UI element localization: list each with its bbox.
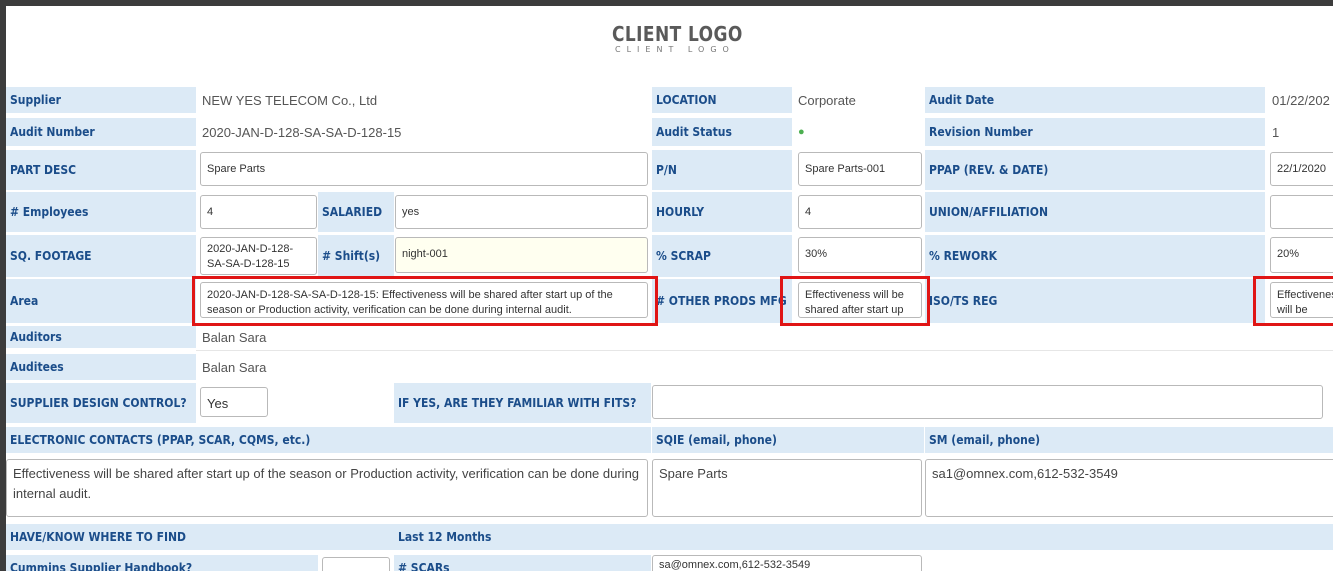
revision-number-value: 1 [1266, 118, 1333, 146]
auditors-value: Balan Sara [196, 326, 1333, 348]
sqie-input[interactable]: Spare Parts [652, 459, 922, 517]
salaried-input[interactable]: yes [395, 195, 648, 229]
audit-status-label: Audit Status [652, 118, 792, 146]
client-logo-title: CLIENT LOGO [612, 22, 743, 46]
location-label: LOCATION [652, 87, 792, 113]
hourly-input[interactable]: 4 [798, 195, 922, 229]
shifts-input[interactable]: night-001 [395, 237, 648, 273]
auditees-value: Balan Sara [196, 354, 1333, 380]
ppap-input[interactable]: 22/1/2020 [1270, 152, 1333, 186]
scrap-input[interactable]: 30% [798, 237, 922, 273]
sq-footage-label: SQ. FOOTAGE [6, 235, 196, 277]
other-prods-label: # OTHER PRODS MFG [652, 279, 792, 323]
iso-ts-input[interactable]: Effectiveness will be [1270, 282, 1333, 318]
have-know-label: HAVE/KNOW WHERE TO FIND [6, 524, 394, 550]
area-label: Area [6, 279, 196, 323]
handbook-input[interactable] [322, 557, 390, 571]
location-value: Corporate [792, 87, 924, 113]
part-desc-label: PART DESC [6, 150, 196, 190]
employees-label: # Employees [6, 192, 196, 232]
design-control-label: SUPPLIER DESIGN CONTROL? [6, 383, 196, 423]
shifts-label: # Shift(s) [318, 235, 394, 277]
other-prods-input[interactable]: Effectiveness will be shared after start… [798, 282, 922, 318]
sm-input[interactable]: sa1@omnex.com,612-532-3549 [925, 459, 1333, 517]
auditors-label: Auditors [6, 326, 196, 348]
electronic-contacts-label: ELECTRONIC CONTACTS (PPAP, SCAR, CQMS, e… [6, 427, 651, 453]
rework-input[interactable]: 20% [1270, 237, 1333, 273]
union-label: UNION/AFFILIATION [925, 192, 1265, 232]
revision-number-label: Revision Number [925, 118, 1265, 146]
salaried-label: SALARIED [318, 192, 394, 232]
scars-input[interactable]: sa@omnex.com,612-532-3549 [652, 555, 922, 571]
supplier-label: Supplier [6, 87, 196, 113]
part-desc-input[interactable]: Spare Parts [200, 152, 648, 186]
sq-footage-input[interactable]: 2020-JAN-D-128-SA-SA-D-128-15 [200, 237, 317, 275]
sqie-label: SQIE (email, phone) [652, 427, 924, 453]
supplier-value: NEW YES TELECOM Co., Ltd [196, 87, 651, 113]
fits-label: IF YES, ARE THEY FAMILIAR WITH FITS? [394, 383, 651, 423]
electronic-contacts-input[interactable]: Effectiveness will be shared after start… [6, 459, 648, 517]
audit-date-label: Audit Date [925, 87, 1265, 113]
client-logo-subtitle: CLIENT LOGO [615, 45, 735, 54]
area-input[interactable]: 2020-JAN-D-128-SA-SA-D-128-15: Effective… [200, 282, 648, 318]
audit-form-frame: CLIENT LOGO CLIENT LOGO Supplier NEW YES… [0, 6, 1333, 571]
divider [196, 350, 1333, 351]
pn-input[interactable]: Spare Parts-001 [798, 152, 922, 186]
pn-label: P/N [652, 150, 792, 190]
handbook-label: Cummins Supplier Handbook? [6, 555, 318, 571]
hourly-label: HOURLY [652, 192, 792, 232]
fits-input[interactable] [652, 385, 1323, 419]
audit-status-dot: ● [792, 118, 924, 146]
sm-label: SM (email, phone) [925, 427, 1333, 453]
audit-number-value: 2020-JAN-D-128-SA-SA-D-128-15 [196, 118, 651, 146]
employees-input[interactable]: 4 [200, 195, 317, 229]
audit-number-label: Audit Number [6, 118, 196, 146]
ppap-label: PPAP (REV. & DATE) [925, 150, 1265, 190]
rework-label: % REWORK [925, 235, 1265, 277]
client-logo: CLIENT LOGO CLIENT LOGO [612, 23, 766, 55]
iso-ts-label: ISO/TS REG [925, 279, 1265, 323]
auditees-label: Auditees [6, 354, 196, 380]
design-control-input[interactable]: Yes [200, 387, 268, 417]
last-12-months-label: Last 12 Months [394, 524, 1333, 550]
scrap-label: % SCRAP [652, 235, 792, 277]
audit-date-value: 01/22/202 [1266, 87, 1333, 113]
union-input[interactable] [1270, 195, 1333, 229]
scars-label: # SCARs [394, 555, 651, 571]
